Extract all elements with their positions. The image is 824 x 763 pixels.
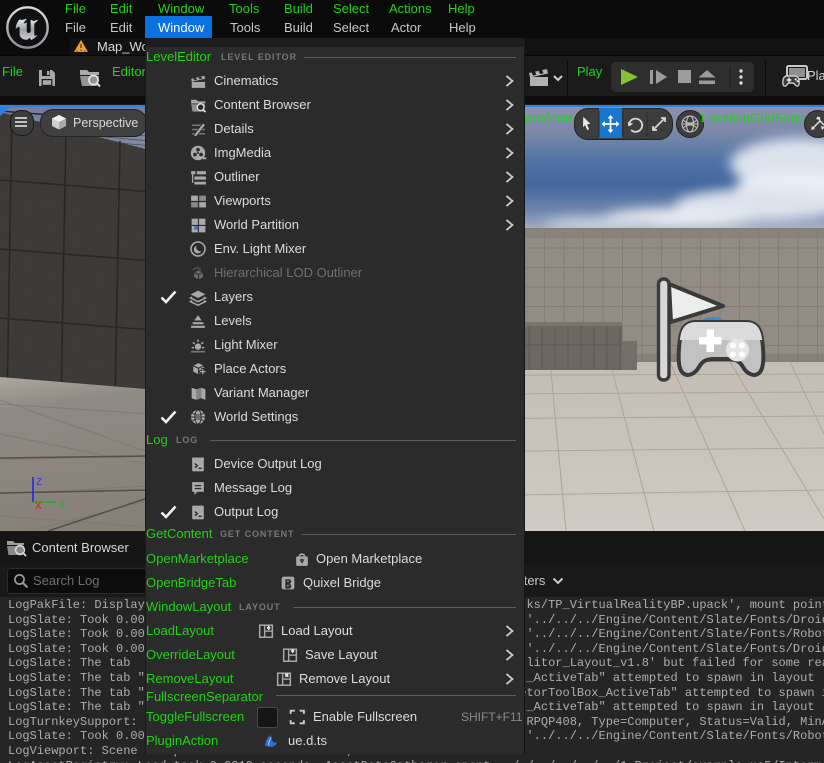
- svg-text:Y: Y: [59, 499, 66, 510]
- svg-text:Z: Z: [36, 477, 42, 488]
- svg-text:X: X: [35, 501, 42, 512]
